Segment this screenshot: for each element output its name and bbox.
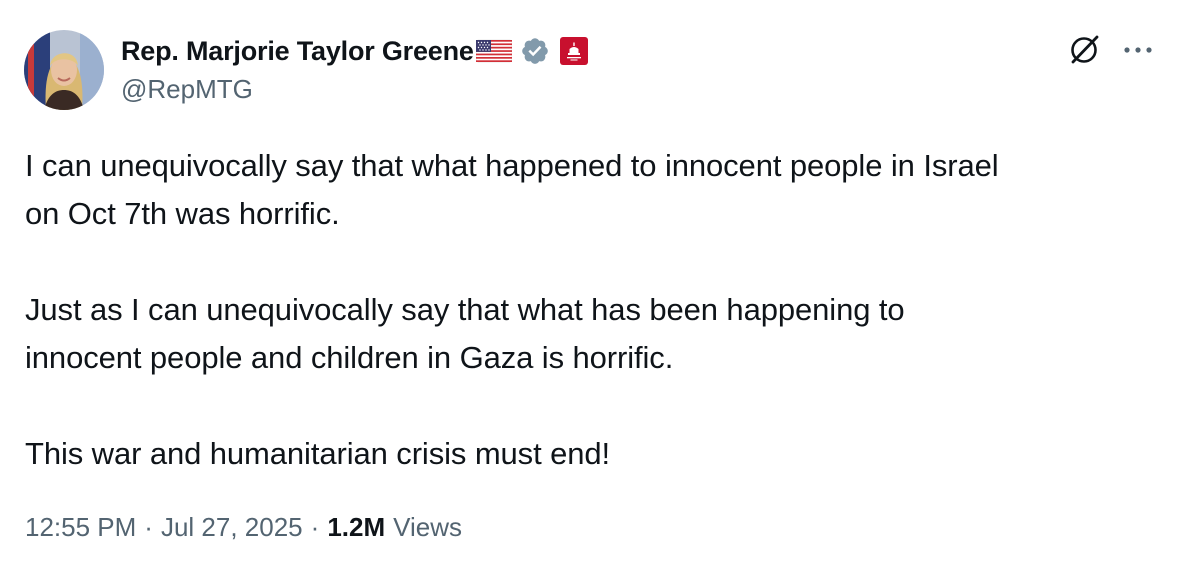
tweet-paragraph: I can unequivocally say that what happen… [25, 148, 999, 231]
meta-separator: · [310, 512, 320, 542]
avatar-image [24, 30, 104, 110]
tweet-text: I can unequivocally say that what happen… [25, 142, 1155, 478]
tweet-card: Rep. Marjorie Taylor Greene @RepMTG I ca… [0, 0, 1180, 568]
tweet-time[interactable]: 12:55 PM [25, 512, 136, 543]
author-handle[interactable]: @RepMTG [121, 74, 253, 105]
tweet-metadata: 12:55 PM · Jul 27, 2025 · 1.2M Views [25, 512, 462, 543]
us-flag-icon [475, 37, 512, 65]
tweet-date[interactable]: Jul 27, 2025 [161, 512, 303, 543]
author-display-name[interactable]: Rep. Marjorie Taylor Greene [121, 36, 474, 67]
author-name-row: Rep. Marjorie Taylor Greene [121, 34, 588, 68]
tweet-paragraph: Just as I can unequivocally say that wha… [25, 292, 905, 375]
verified-badge-icon[interactable] [520, 36, 550, 66]
more-options-icon[interactable] [1121, 38, 1155, 62]
house-affiliate-badge-icon[interactable] [559, 37, 588, 65]
avatar[interactable] [24, 30, 104, 110]
tweet-paragraph: This war and humanitarian crisis must en… [25, 436, 611, 471]
views-count[interactable]: 1.2M [327, 512, 385, 543]
grok-icon[interactable] [1066, 31, 1102, 67]
meta-separator: · [144, 512, 153, 542]
views-label[interactable]: Views [393, 512, 462, 543]
